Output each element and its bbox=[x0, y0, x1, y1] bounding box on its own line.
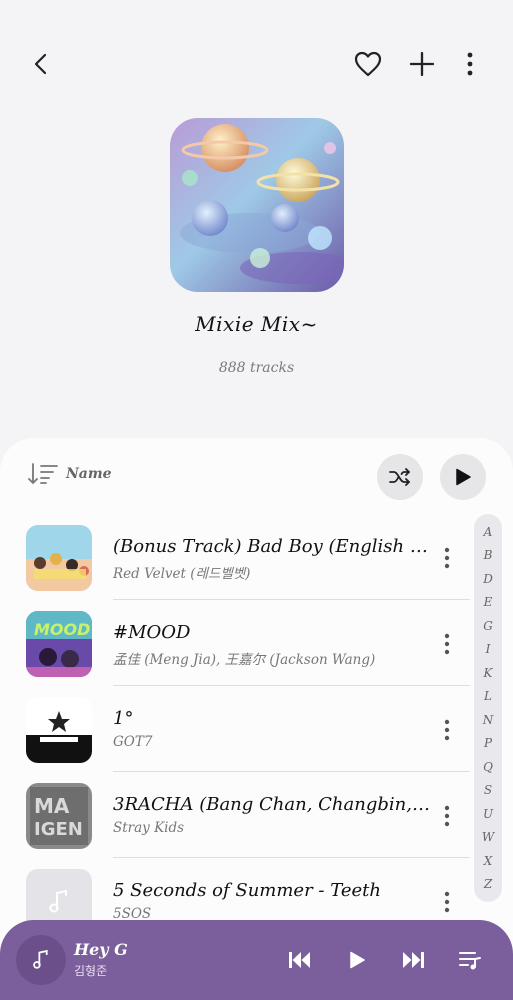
music-note-icon bbox=[33, 950, 48, 969]
back-button[interactable] bbox=[20, 42, 64, 86]
track-artist: Red Velvet (레드벨벳) bbox=[113, 566, 251, 582]
music-note-icon bbox=[49, 890, 67, 913]
index-letter[interactable]: Z bbox=[484, 877, 492, 891]
track-title: #MOOD bbox=[113, 622, 191, 643]
track-more-button[interactable] bbox=[436, 628, 458, 660]
add-to-playlist-button[interactable] bbox=[400, 42, 444, 86]
favorite-button[interactable] bbox=[346, 42, 390, 86]
index-letter[interactable]: P bbox=[484, 736, 492, 750]
track-more-button[interactable] bbox=[436, 800, 458, 832]
index-letter[interactable]: N bbox=[483, 713, 494, 727]
index-letter[interactable]: U bbox=[483, 807, 493, 821]
sort-icon bbox=[28, 463, 58, 484]
album-art bbox=[26, 525, 92, 591]
svg-text:IGEN: IGEN bbox=[34, 819, 83, 840]
playlist-queue-icon bbox=[459, 952, 481, 970]
shuffle-icon bbox=[389, 468, 410, 486]
alphabet-index-scroller[interactable]: A B D E G I K L N P Q S U W X Z bbox=[474, 514, 502, 902]
track-row[interactable]: (Bonus Track) Bad Boy (English Version) … bbox=[0, 514, 470, 600]
track-artist: GOT7 bbox=[113, 734, 153, 750]
index-letter[interactable]: B bbox=[484, 548, 493, 562]
track-more-button[interactable] bbox=[436, 542, 458, 574]
more-vertical-icon bbox=[467, 52, 473, 76]
index-letter[interactable]: L bbox=[484, 689, 492, 703]
previous-button[interactable] bbox=[284, 944, 316, 976]
track-row[interactable]: 1° GOT7 bbox=[0, 686, 470, 772]
now-playing-art bbox=[16, 935, 66, 985]
track-title: (Bonus Track) Bad Boy (English Version) bbox=[113, 536, 435, 557]
next-button[interactable] bbox=[397, 944, 429, 976]
index-letter[interactable]: A bbox=[484, 525, 493, 539]
track-list: (Bonus Track) Bad Boy (English Version) … bbox=[0, 514, 470, 944]
now-playing-title: Hey G bbox=[74, 940, 128, 959]
more-options-button[interactable] bbox=[448, 42, 492, 86]
skip-previous-icon bbox=[289, 952, 310, 968]
play-button[interactable] bbox=[341, 944, 373, 976]
index-letter[interactable]: G bbox=[483, 619, 493, 633]
skip-next-icon bbox=[403, 952, 424, 968]
queue-button[interactable] bbox=[454, 944, 486, 976]
sort-button[interactable]: Name bbox=[28, 462, 112, 486]
track-title: 5 Seconds of Summer - Teeth bbox=[113, 880, 381, 901]
now-playing-artist: 김형준 bbox=[74, 964, 108, 978]
chevron-left-icon bbox=[34, 53, 47, 75]
shuffle-button[interactable] bbox=[377, 454, 423, 500]
more-vertical-icon bbox=[444, 633, 450, 655]
top-toolbar bbox=[0, 40, 513, 90]
index-letter[interactable]: W bbox=[482, 830, 494, 844]
mini-player[interactable]: Hey G 김형준 bbox=[0, 920, 513, 1000]
album-art bbox=[26, 697, 92, 763]
sort-label: Name bbox=[66, 466, 112, 482]
index-letter[interactable]: E bbox=[484, 595, 493, 609]
svg-text:MA: MA bbox=[34, 794, 70, 818]
play-all-button[interactable] bbox=[440, 454, 486, 500]
track-row[interactable]: MA IGEN 3RACHA (Bang Chan, Changbin, HAN… bbox=[0, 772, 470, 858]
playlist-cover-image bbox=[170, 118, 344, 292]
play-icon bbox=[350, 951, 365, 969]
index-letter[interactable]: X bbox=[484, 854, 493, 868]
index-letter[interactable]: K bbox=[484, 666, 493, 680]
index-letter[interactable]: S bbox=[484, 783, 492, 797]
svg-text:MOOD: MOOD bbox=[34, 620, 90, 639]
track-artist: Stray Kids bbox=[113, 820, 185, 836]
index-letter[interactable]: I bbox=[486, 642, 491, 656]
more-vertical-icon bbox=[444, 719, 450, 741]
album-art: MOOD bbox=[26, 611, 92, 677]
play-icon bbox=[456, 468, 471, 486]
index-letter[interactable]: D bbox=[483, 572, 493, 586]
track-title: 3RACHA (Bang Chan, Changbin, HAN) bbox=[113, 794, 435, 815]
more-vertical-icon bbox=[444, 805, 450, 827]
more-vertical-icon bbox=[444, 891, 450, 913]
track-title: 1° bbox=[113, 708, 134, 729]
track-more-button[interactable] bbox=[436, 886, 458, 918]
track-row[interactable]: MOOD #MOOD 孟佳 (Meng Jia), 王嘉尔 (Jackson W… bbox=[0, 600, 470, 686]
album-art: MA IGEN bbox=[26, 783, 92, 849]
track-more-button[interactable] bbox=[436, 714, 458, 746]
plus-icon bbox=[409, 51, 435, 77]
more-vertical-icon bbox=[444, 547, 450, 569]
track-artist: 孟佳 (Meng Jia), 王嘉尔 (Jackson Wang) bbox=[113, 652, 376, 668]
heart-outline-icon bbox=[354, 51, 382, 77]
index-letter[interactable]: Q bbox=[483, 760, 493, 774]
playlist-title: Mixie Mix~ bbox=[195, 312, 318, 336]
track-count: 888 tracks bbox=[218, 360, 295, 376]
